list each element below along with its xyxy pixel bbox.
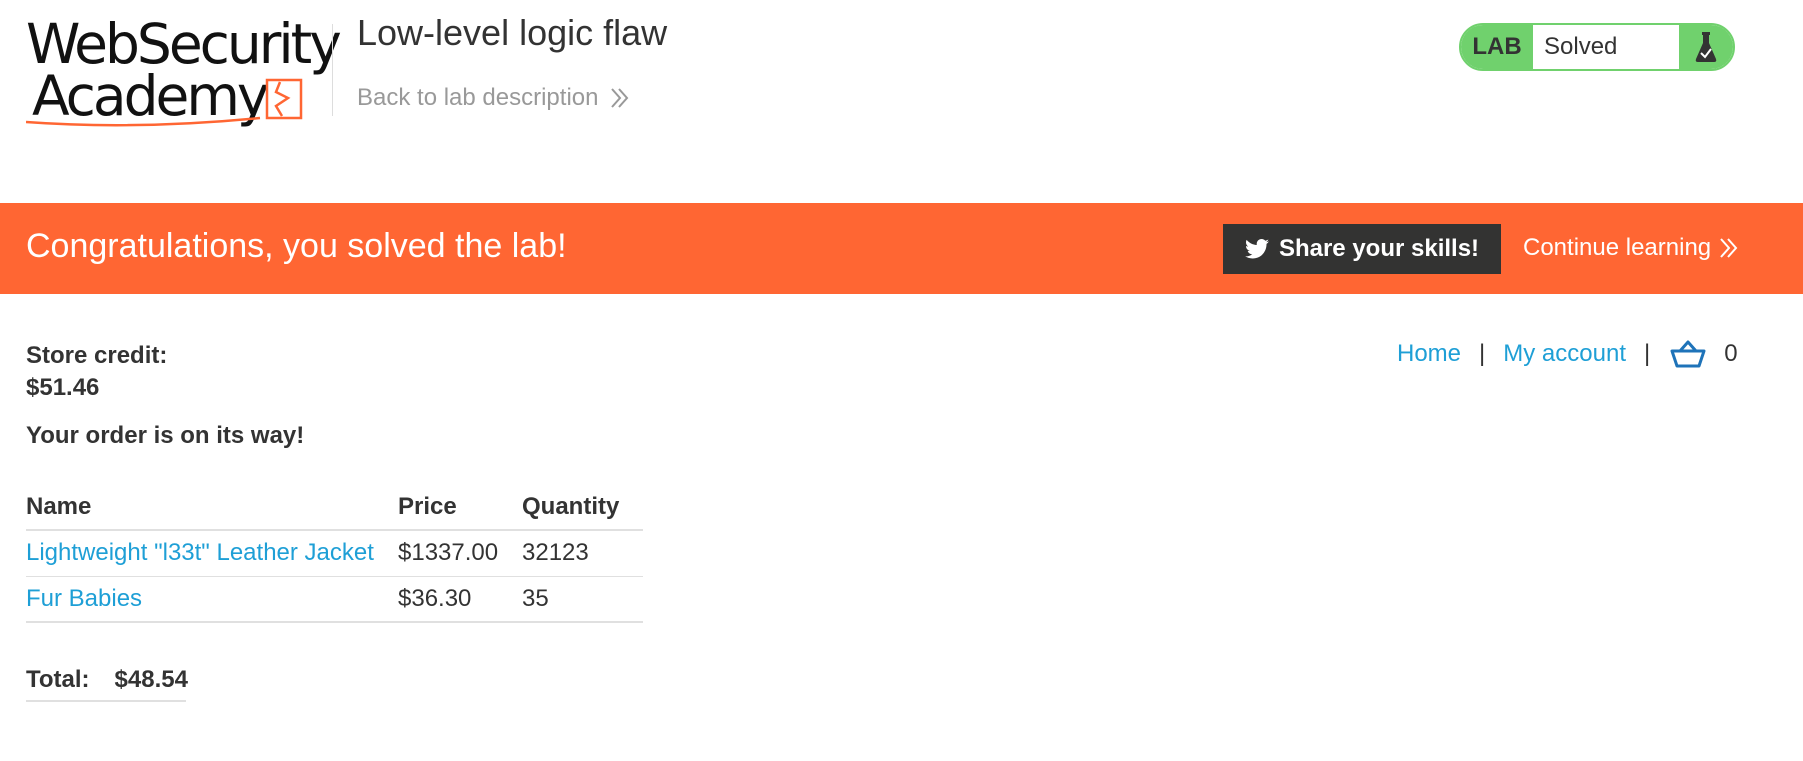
flask-check-icon — [1679, 25, 1733, 69]
column-header-quantity: Quantity — [522, 485, 643, 531]
product-quantity-cell: 35 — [522, 576, 643, 623]
order-table: Name Price Quantity Lightweight "l33t" L… — [26, 485, 643, 623]
cart-count: 0 — [1724, 340, 1738, 367]
column-header-name: Name — [26, 485, 398, 531]
product-quantity-cell: 32123 — [522, 530, 643, 577]
back-link-label: Back to lab description — [357, 84, 599, 111]
order-total: Total: $48.54 — [26, 660, 188, 702]
table-row: Lightweight "l33t" Leather Jacket $1337.… — [26, 530, 643, 577]
share-skills-label: Share your skills! — [1278, 235, 1480, 262]
table-header-row: Name Price Quantity — [26, 485, 643, 531]
product-link-leather-jacket[interactable]: Lightweight "l33t" Leather Jacket — [26, 539, 374, 566]
total-label: Total: — [26, 666, 90, 693]
nav-my-account-link[interactable]: My account — [1503, 340, 1626, 368]
cart-link[interactable]: 0 — [1670, 340, 1738, 368]
nav-separator: | — [1479, 340, 1486, 367]
web-security-academy-logo[interactable]: WebSecurity Academy — [26, 17, 342, 130]
nav-home-link[interactable]: Home — [1397, 340, 1461, 368]
store-credit-label: Store credit: — [26, 342, 168, 369]
page-header: WebSecurity Academy Low-level logic flaw… — [0, 0, 1803, 203]
lab-status-widget[interactable]: LAB Solved — [1459, 23, 1735, 71]
back-to-lab-description-link[interactable]: Back to lab description — [357, 84, 630, 112]
order-status-message: Your order is on its way! — [26, 422, 305, 449]
lab-status-text: Solved — [1544, 33, 1618, 60]
table-row: Fur Babies $36.30 35 — [26, 576, 643, 623]
solved-banner: Congratulations, you solved the lab! Sha… — [0, 203, 1803, 294]
product-name-cell: Fur Babies — [26, 576, 398, 623]
continue-learning-link[interactable]: Continue learning — [1523, 234, 1739, 262]
product-link-fur-babies[interactable]: Fur Babies — [26, 585, 142, 612]
lab-title: Low-level logic flaw — [357, 12, 668, 53]
double-chevron-right-icon — [611, 88, 629, 108]
double-chevron-right-icon — [1720, 238, 1738, 258]
product-name-cell: Lightweight "l33t" Leather Jacket — [26, 530, 398, 577]
column-header-price: Price — [398, 485, 522, 531]
congratulations-message: Congratulations, you solved the lab! — [26, 227, 567, 265]
header-divider — [332, 24, 333, 116]
logo-swoosh-icon — [26, 78, 303, 127]
product-price-cell: $36.30 — [398, 576, 522, 623]
basket-icon — [1670, 340, 1706, 368]
product-price-cell: $1337.00 — [398, 530, 522, 577]
top-navigation: Home | My account | 0 — [1397, 338, 1738, 370]
continue-learning-label: Continue learning — [1523, 234, 1712, 261]
share-skills-button[interactable]: Share your skills! — [1223, 224, 1501, 274]
nav-separator: | — [1643, 340, 1651, 367]
lab-badge: LAB — [1461, 25, 1533, 69]
total-value: $48.54 — [114, 666, 188, 693]
store-credit-value: $51.46 — [26, 374, 100, 401]
twitter-icon — [1244, 239, 1269, 259]
